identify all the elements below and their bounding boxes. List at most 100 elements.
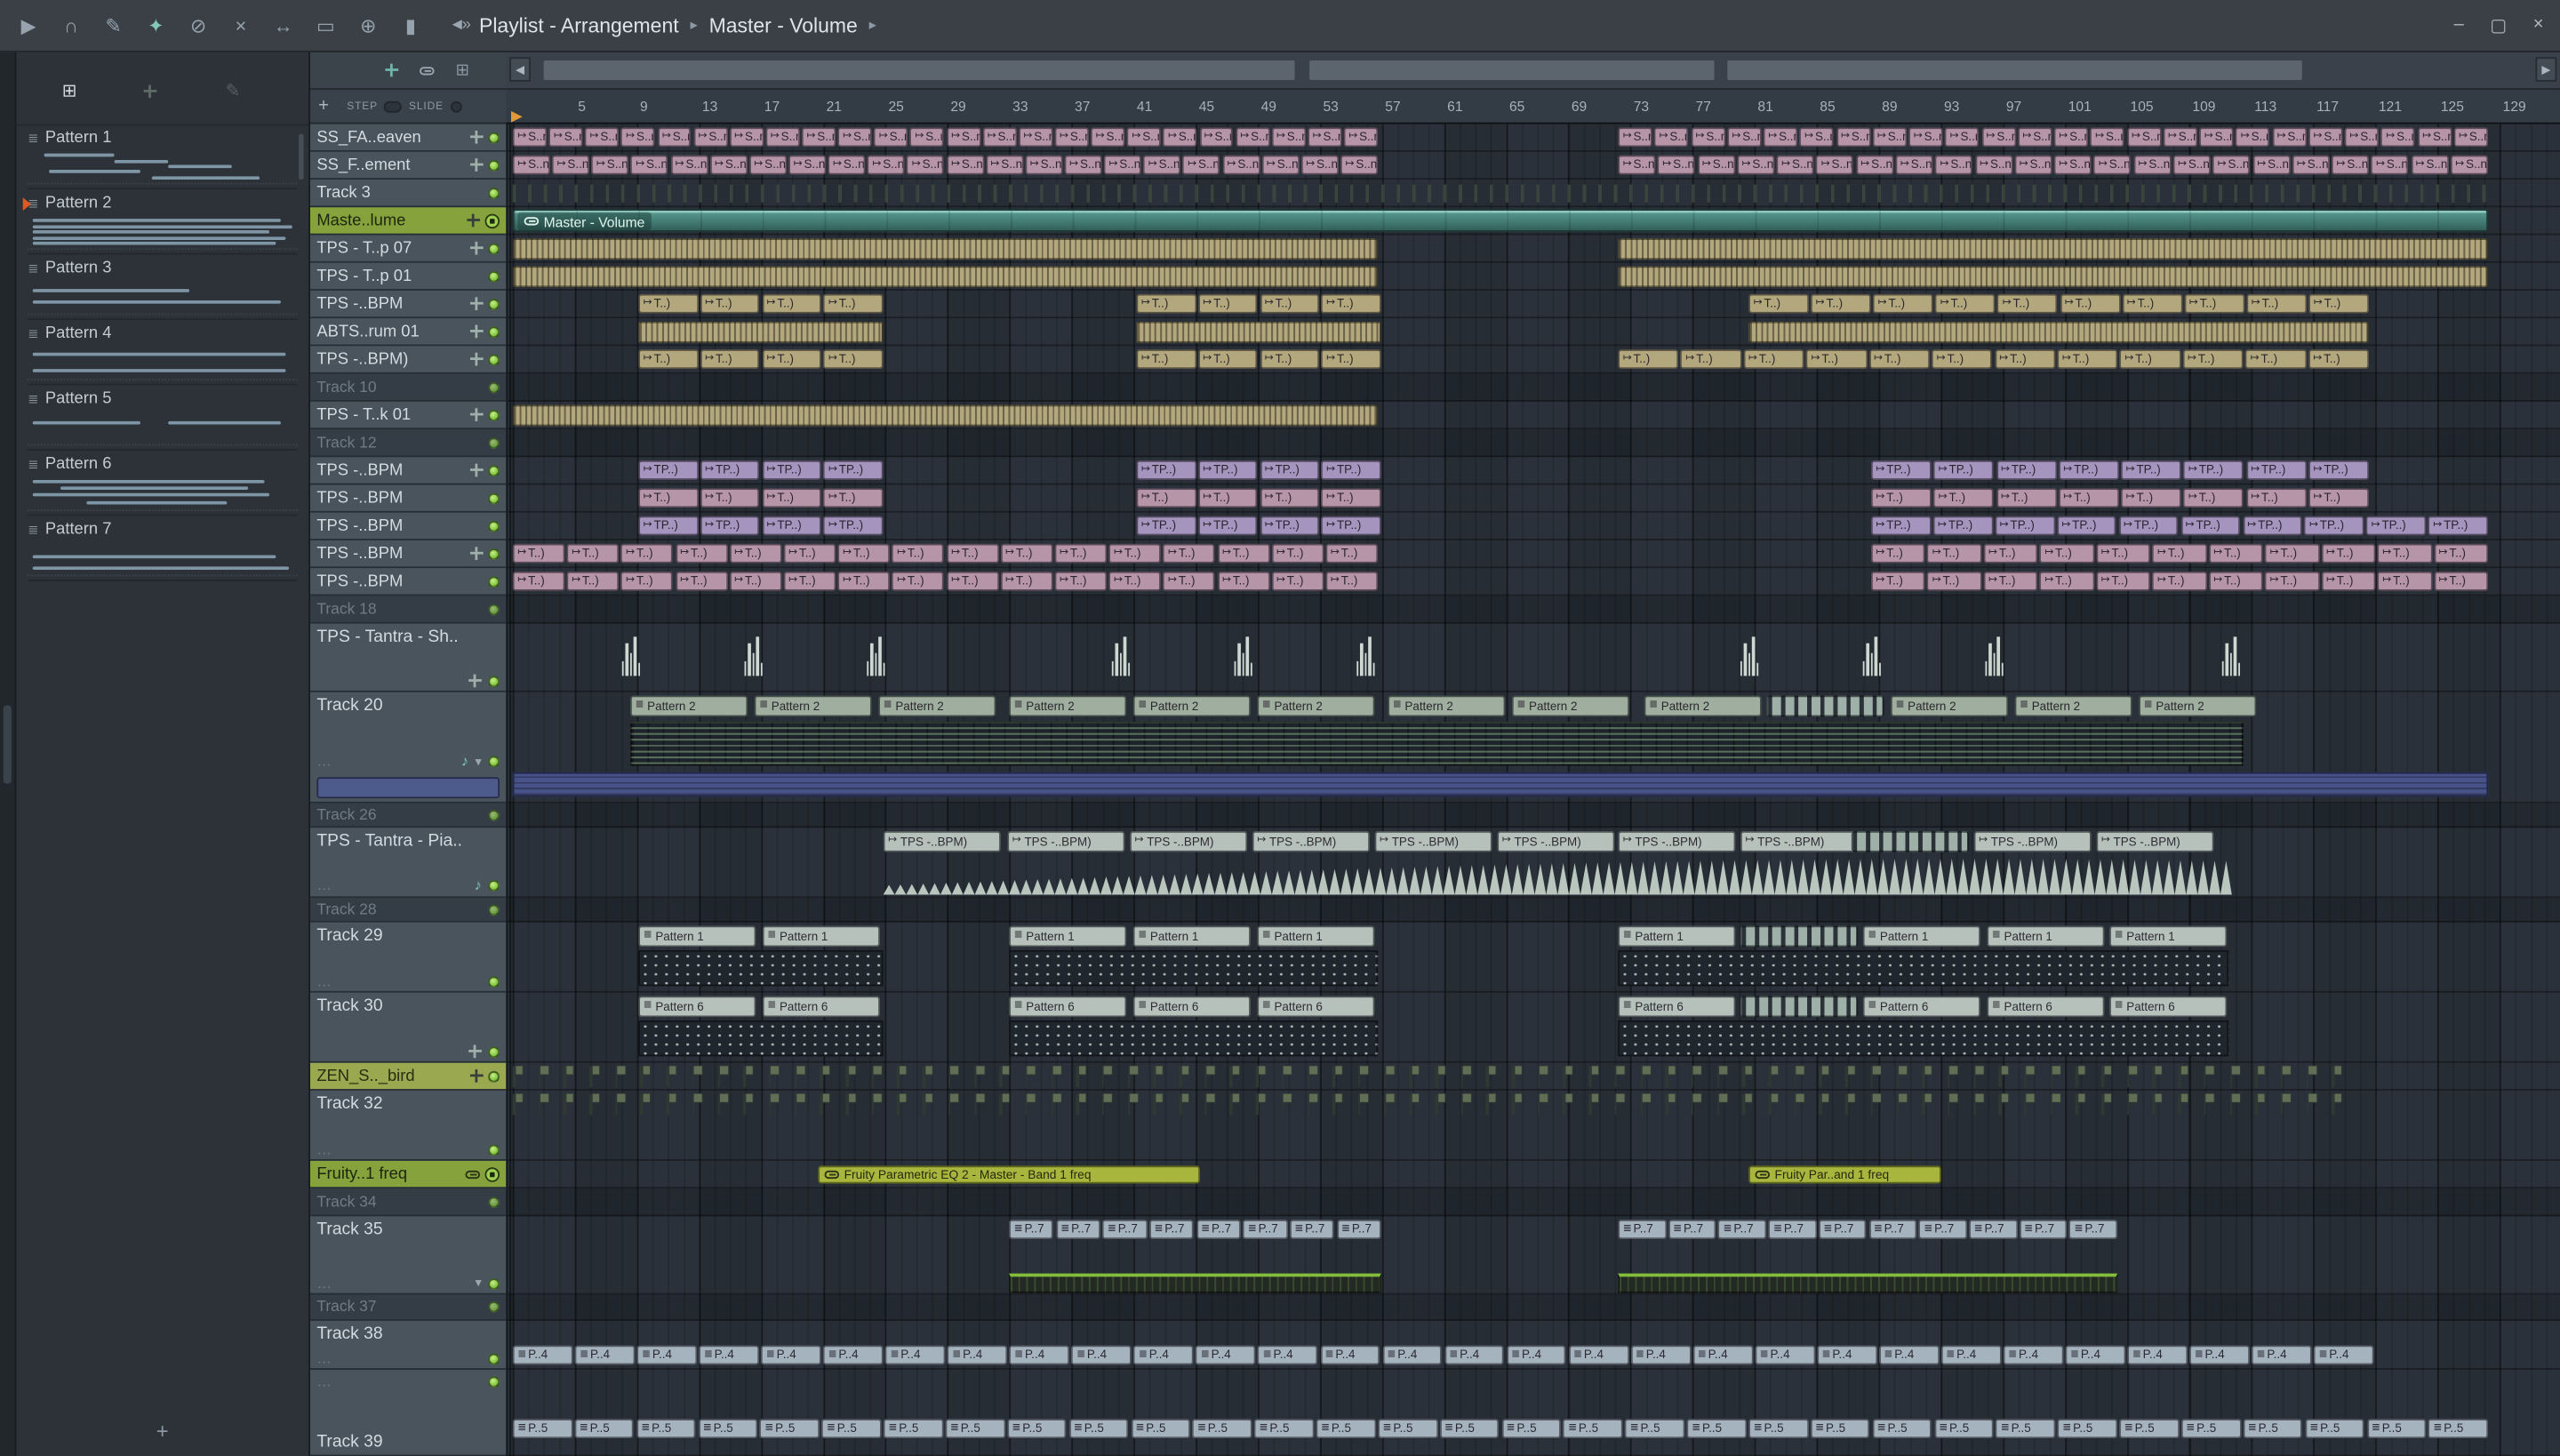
record-led[interactable] xyxy=(488,464,500,476)
clip[interactable]: ↦S..n xyxy=(2236,127,2270,148)
clip[interactable]: ↦ T..) xyxy=(2265,543,2320,564)
track-header[interactable]: SS_FA..eaven xyxy=(309,124,507,152)
clip[interactable]: ↦S..n xyxy=(801,127,836,148)
clip[interactable]: ≣ Pattern 1 xyxy=(1132,925,1251,948)
record-led[interactable] xyxy=(488,492,500,504)
clip[interactable]: ≣ Pattern 6 xyxy=(1987,996,2105,1018)
track-lane[interactable] xyxy=(508,429,2560,458)
clip[interactable]: ↦ TP..) xyxy=(1136,460,1196,480)
clip[interactable]: ↦ T..) xyxy=(1271,571,1324,591)
clip[interactable]: ↦ T..) xyxy=(1108,571,1162,591)
maximize-button[interactable]: ▢ xyxy=(2490,15,2507,36)
track-lane[interactable]: ≣ P..4 ≣ P..4 ≣ P..4 ≣ P..4 ≣ P..4 ≣ P..4 ≣ P..4 ≣ P..4… xyxy=(508,1321,2560,1371)
step-toggle[interactable] xyxy=(384,100,403,112)
marker-flag[interactable] xyxy=(1127,1093,1140,1116)
clip[interactable]: ≣ P..4 xyxy=(2252,1345,2312,1365)
clip[interactable]: ≣ P..5 xyxy=(1068,1419,1129,1439)
clip[interactable]: ↦ T..) xyxy=(2434,543,2489,564)
clip[interactable]: ↦ T..) xyxy=(1271,543,1324,564)
clip[interactable]: ↦ T..) xyxy=(837,543,891,564)
clip[interactable]: ↦S..nt xyxy=(2014,155,2052,175)
clip[interactable]: ≣ P..4 xyxy=(1381,1345,1443,1365)
marker-flag[interactable] xyxy=(1794,1093,1805,1116)
clip[interactable]: ↦S..n xyxy=(548,127,583,148)
pattern-dots-preview[interactable] xyxy=(1009,949,1379,987)
clip[interactable]: ≣ P..4 xyxy=(512,1345,573,1365)
marker-flag[interactable] xyxy=(1383,1066,1396,1088)
pattern-dots-preview[interactable] xyxy=(638,1020,884,1057)
audio-clip[interactable] xyxy=(621,634,641,676)
record-led[interactable] xyxy=(488,1045,500,1058)
clip[interactable]: ≣ P..4 xyxy=(1940,1345,2002,1365)
clip[interactable]: ↦S..nt xyxy=(1103,155,1142,175)
clip[interactable]: ≣ P..5 xyxy=(1501,1419,1562,1439)
clip[interactable]: ↦S..n xyxy=(1872,127,1908,148)
clip[interactable]: ≣ P..7 xyxy=(1868,1220,1917,1240)
clip[interactable]: ↦ TP..) xyxy=(700,516,760,536)
clip[interactable]: ↦ TP..) xyxy=(2366,516,2427,536)
clip[interactable]: ≣ P..7 xyxy=(1009,1220,1054,1240)
clip[interactable]: ↦ TP..) xyxy=(2245,460,2307,480)
clip[interactable]: ≣ Pattern 2 xyxy=(2014,695,2132,717)
track-header[interactable]: Track 30 xyxy=(309,992,507,1063)
clip[interactable]: ≣ P..7 xyxy=(1243,1220,1288,1240)
audio-clip-strip[interactable] xyxy=(1748,321,2370,343)
audio-waveform[interactable] xyxy=(883,855,2242,895)
clip[interactable]: ≣ Pattern 6 xyxy=(2109,996,2228,1018)
clip[interactable]: ↦ T..) xyxy=(2057,349,2118,370)
clip[interactable]: ↦ T..) xyxy=(783,571,836,591)
track-lane[interactable] xyxy=(508,318,2560,347)
marker-flag[interactable] xyxy=(589,1093,601,1116)
clip[interactable]: ≣ Pattern 2 xyxy=(1257,695,1375,717)
marker-flag[interactable] xyxy=(1511,1093,1524,1116)
clip[interactable]: ↦ T..) xyxy=(1325,571,1379,591)
clip[interactable]: ↦ TP..) xyxy=(700,460,760,480)
clip[interactable]: ↦S..n xyxy=(2017,127,2052,148)
muted-clip[interactable] xyxy=(1740,925,1859,948)
marker-flag[interactable] xyxy=(1537,1066,1549,1088)
clip[interactable]: ≣ P..7 xyxy=(1918,1220,1967,1240)
marker-flag[interactable] xyxy=(1716,1093,1729,1116)
minimize-button[interactable]: – xyxy=(2454,15,2464,36)
marker-flag[interactable] xyxy=(717,1066,729,1088)
clip[interactable]: ↦ TP..) xyxy=(1932,516,1993,536)
clip[interactable]: ↦ T..) xyxy=(566,571,620,591)
play-icon[interactable]: ▶ xyxy=(16,14,41,37)
marker-flag[interactable] xyxy=(897,1093,908,1116)
track-header[interactable]: TPS -..BPM xyxy=(309,290,507,319)
marker-flag[interactable] xyxy=(1537,1093,1549,1116)
clip[interactable]: ↦ T..) xyxy=(1163,571,1216,591)
clip[interactable]: ↦S..nt xyxy=(1697,155,1735,175)
marker-flag[interactable] xyxy=(564,1066,575,1088)
clip[interactable]: ↦ T..) xyxy=(566,543,620,564)
clip[interactable]: ≣ P..4 xyxy=(947,1345,1008,1365)
clip[interactable]: ↦ T..) xyxy=(675,543,728,564)
clip[interactable]: ≣ P..7 xyxy=(1969,1220,2018,1240)
clip[interactable]: ≣ Pattern 2 xyxy=(1644,695,1762,717)
clip[interactable]: ↦ T..) xyxy=(837,571,891,591)
record-led[interactable] xyxy=(488,1376,500,1388)
clip[interactable]: ↦ T..) xyxy=(2182,349,2244,370)
track-lane[interactable] xyxy=(508,235,2560,263)
clip[interactable]: ↦S..nt xyxy=(748,155,787,175)
clip[interactable]: ↦S..n xyxy=(2053,127,2089,148)
clip[interactable]: ≣ Pattern 2 xyxy=(1388,695,1506,717)
clip[interactable]: ↦ TPS -..BPM) xyxy=(1252,830,1371,852)
clip[interactable]: ↦ T..) xyxy=(892,571,945,591)
pattern-dots-preview[interactable] xyxy=(1618,1020,2229,1057)
clip[interactable]: ↦S..n xyxy=(1836,127,1871,148)
headphones-icon[interactable]: ∩ xyxy=(59,14,84,37)
clip[interactable]: ≣ Pattern 1 xyxy=(638,925,756,948)
clip[interactable]: ≣ P..4 xyxy=(1009,1345,1070,1365)
marker-flag[interactable] xyxy=(615,1093,627,1116)
chevron-down-icon[interactable]: ▾ xyxy=(475,755,481,768)
clip[interactable]: ↦ T..) xyxy=(946,543,999,564)
clip[interactable]: ↦ TP..) xyxy=(1321,516,1381,536)
clip[interactable]: ↦ TPS -..BPM) xyxy=(1130,830,1248,852)
clip[interactable]: ↦ T..) xyxy=(2208,571,2263,591)
muted-clip[interactable] xyxy=(1740,996,1859,1018)
clip[interactable]: ↦ T..) xyxy=(1325,543,1379,564)
marker-flag[interactable] xyxy=(1204,1066,1216,1088)
clip[interactable]: ↦S..nt xyxy=(2371,155,2409,175)
pattern-item[interactable]: ≣ Pattern 6 xyxy=(28,451,298,516)
